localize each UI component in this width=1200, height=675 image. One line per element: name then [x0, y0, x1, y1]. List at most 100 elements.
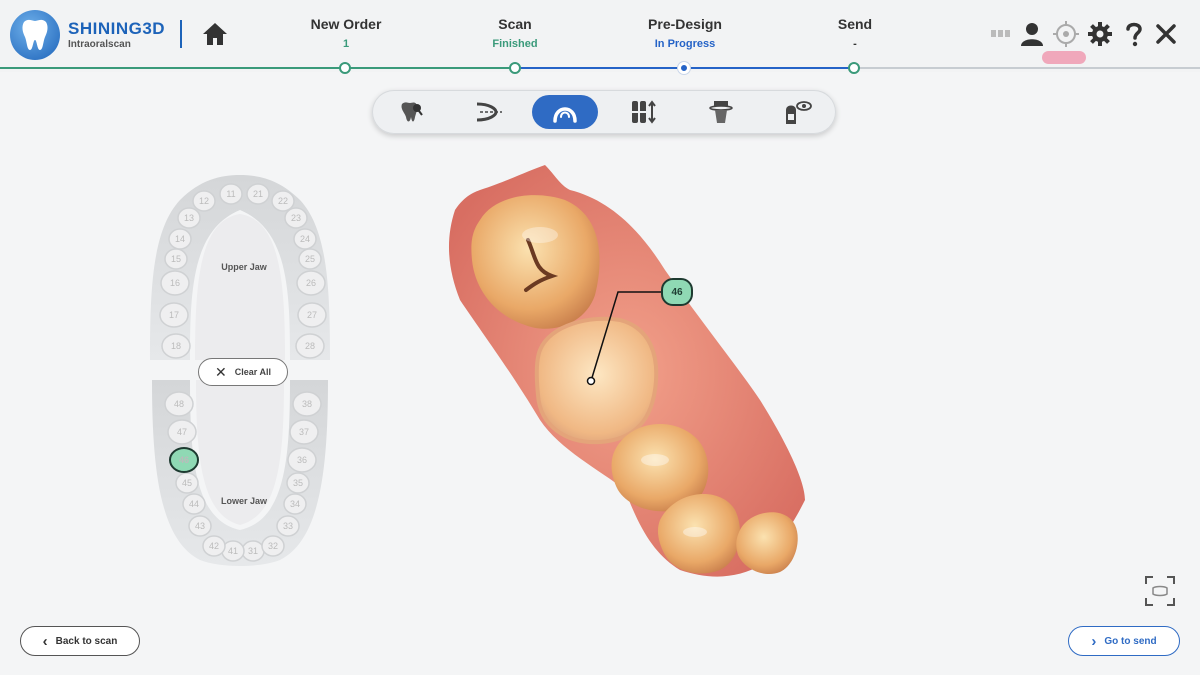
tooth-number: 12	[199, 196, 209, 206]
settings-icon[interactable]	[1086, 20, 1114, 48]
tooth-11[interactable]: 11	[219, 183, 243, 205]
tooth-number: 24	[300, 234, 310, 244]
tooth-26[interactable]: 26	[296, 270, 326, 296]
tooth-36[interactable]: 36	[287, 447, 317, 473]
fit-view-button[interactable]	[1144, 575, 1176, 607]
chevron-left-icon: ‹	[42, 632, 48, 650]
tooth-17[interactable]: 17	[159, 302, 189, 328]
tool-arch[interactable]	[532, 95, 598, 129]
back-label: Back to scan	[55, 635, 118, 647]
tooth-number: 22	[278, 196, 288, 206]
tooth-number: 43	[195, 521, 205, 531]
tooth-number: 46	[179, 455, 189, 465]
close-icon[interactable]	[1152, 20, 1180, 48]
tooth-45[interactable]: 45	[175, 472, 199, 494]
progress-track-rest	[855, 67, 1200, 69]
app-logo: SHINING3D Intraoralscan	[10, 10, 165, 60]
step-new-order: New Order 1	[276, 16, 416, 51]
tooth-logo-icon	[10, 10, 60, 60]
clear-all-label: Clear All	[234, 367, 271, 377]
brand-subtitle: Intraoralscan	[68, 39, 131, 50]
tooth-42[interactable]: 42	[202, 535, 226, 557]
tooth-number: 28	[305, 341, 315, 351]
tooth-28[interactable]: 28	[295, 333, 325, 359]
tooth-number: 18	[171, 341, 181, 351]
tool-margin-line[interactable]	[456, 95, 522, 129]
step-dot-send[interactable]	[848, 62, 860, 74]
tool-spacing[interactable]	[610, 95, 676, 129]
tooth-21[interactable]: 21	[246, 183, 270, 205]
clear-all-button[interactable]: ✕ Clear All	[198, 358, 288, 386]
go-to-send-button[interactable]: › Go to send	[1068, 626, 1180, 656]
tooth-23[interactable]: 23	[284, 207, 308, 229]
step-name: Send	[837, 16, 873, 32]
tooth-number: 15	[171, 254, 181, 264]
tooth-number: 32	[268, 541, 278, 551]
margin-line-icon	[476, 102, 502, 122]
tooth-12[interactable]: 12	[192, 190, 216, 212]
tooth-number: 26	[306, 278, 316, 288]
tooth-31[interactable]: 31	[241, 540, 265, 562]
tooth-14[interactable]: 14	[168, 228, 192, 250]
upper-jaw-label: Upper Jaw	[221, 262, 267, 272]
tooth-16[interactable]: 16	[160, 270, 190, 296]
tooth-number: 11	[226, 189, 235, 199]
tooth-number: 13	[184, 213, 194, 223]
tooth-13[interactable]: 13	[177, 207, 201, 229]
callout-anchor	[586, 376, 596, 386]
tooth-callout-46[interactable]: 46	[661, 278, 693, 306]
tooth-number: 36	[297, 455, 307, 465]
step-name: Pre-Design	[648, 16, 722, 32]
step-pre-design: Pre-Design In Progress	[615, 16, 755, 51]
chevron-right-icon: ›	[1091, 632, 1097, 650]
design-toolbar	[372, 90, 836, 134]
abutment-icon	[709, 101, 733, 123]
step-dot-pre-design[interactable]	[678, 62, 690, 74]
tooth-number: 47	[177, 427, 187, 437]
tooth-35[interactable]: 35	[286, 472, 310, 494]
logo-divider	[180, 20, 182, 48]
header-bar: SHINING3D Intraoralscan New Order 1 Scan…	[0, 0, 1200, 74]
tooth-37[interactable]: 37	[289, 419, 319, 445]
back-to-scan-button[interactable]: ‹ Back to scan	[20, 626, 140, 656]
tooth-43[interactable]: 43	[188, 515, 212, 537]
home-button[interactable]	[201, 20, 229, 48]
tooth-25[interactable]: 25	[298, 248, 322, 270]
tooth-33[interactable]: 33	[276, 515, 300, 537]
step-name: Scan	[498, 16, 532, 32]
tooth-number: 42	[209, 541, 219, 551]
tooth-number: 17	[169, 310, 179, 320]
step-dot-scan[interactable]	[509, 62, 521, 74]
tooth-number: 25	[305, 254, 315, 264]
tooth-number: 27	[307, 310, 317, 320]
spacing-icon	[631, 100, 656, 124]
user-icon[interactable]	[1018, 20, 1046, 48]
tooth-15[interactable]: 15	[164, 248, 188, 270]
home-icon	[203, 23, 227, 45]
tooth-27[interactable]: 27	[297, 302, 327, 328]
tooth-48[interactable]: 48	[164, 391, 194, 417]
send-label: Go to send	[1104, 635, 1157, 647]
tooth-number: 41	[228, 546, 238, 556]
tooth-select-icon	[401, 102, 423, 122]
tool-abutment[interactable]	[688, 95, 754, 129]
dental-3d-model[interactable]	[440, 160, 820, 590]
tooth-22[interactable]: 22	[271, 190, 295, 212]
tooth-38[interactable]: 38	[292, 391, 322, 417]
tooth-number: 33	[283, 521, 293, 531]
step-status: In Progress	[654, 38, 716, 50]
tooth-47[interactable]: 47	[167, 419, 197, 445]
tooth-number: 23	[291, 213, 301, 223]
arch-icon	[553, 107, 577, 123]
tooth-46-prep-model[interactable]	[534, 316, 659, 445]
tooth-32[interactable]: 32	[261, 535, 285, 557]
target-icon[interactable]	[1052, 20, 1080, 48]
tooth-46[interactable]: 46	[169, 447, 199, 473]
step-dot-new-order[interactable]	[339, 62, 351, 74]
tool-tooth-select[interactable]	[378, 95, 444, 129]
tooth-24[interactable]: 24	[293, 228, 317, 250]
tooth-number: 14	[175, 234, 185, 244]
tooth-18[interactable]: 18	[161, 333, 191, 359]
tool-view[interactable]	[764, 95, 830, 129]
help-icon[interactable]	[1120, 20, 1148, 48]
